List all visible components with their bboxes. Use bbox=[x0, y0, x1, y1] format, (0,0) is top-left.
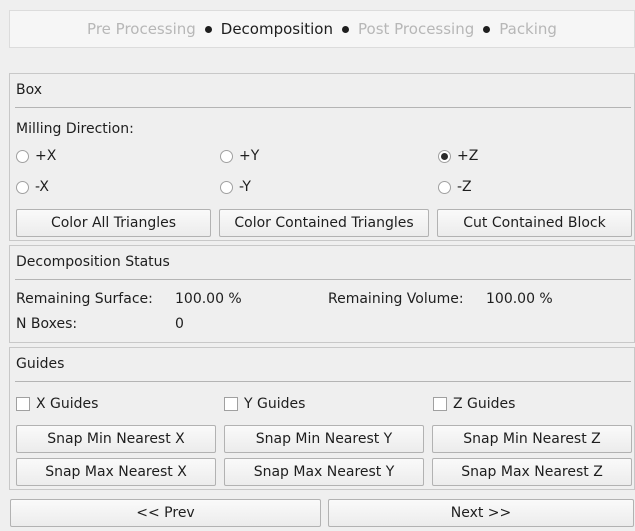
checkbox-box[interactable] bbox=[224, 397, 238, 411]
decomposition-status-group: Decomposition Status Remaining Surface: … bbox=[9, 245, 635, 343]
color-all-triangles-button[interactable]: Color All Triangles bbox=[16, 209, 211, 237]
cut-contained-block-button[interactable]: Cut Contained Block bbox=[437, 209, 632, 237]
guides-group: Guides X Guides Y Guides Z Guides Snap M… bbox=[9, 347, 635, 490]
snap-min-nearest-z-button[interactable]: Snap Min Nearest Z bbox=[432, 425, 632, 453]
n-boxes-value: 0 bbox=[175, 316, 184, 332]
radio-label: +Z bbox=[457, 148, 479, 164]
radio-label: +X bbox=[35, 148, 57, 164]
radio-circle[interactable] bbox=[438, 180, 451, 194]
step-post-processing: Post Processing bbox=[358, 20, 475, 38]
group-divider bbox=[15, 107, 631, 108]
radio-label: -Z bbox=[457, 179, 472, 195]
step-separator-dot bbox=[483, 25, 491, 33]
radio-label: -Y bbox=[239, 179, 251, 195]
checkbox-label: Y Guides bbox=[244, 396, 306, 412]
remaining-surface-label: Remaining Surface: bbox=[16, 291, 153, 307]
radio-minus-x[interactable]: -X bbox=[16, 179, 49, 195]
radio-plus-x[interactable]: +X bbox=[16, 148, 56, 164]
radio-plus-z[interactable]: +Z bbox=[438, 148, 478, 164]
step-pre-processing: Pre Processing bbox=[87, 20, 196, 38]
radio-label: -X bbox=[35, 179, 49, 195]
radio-circle[interactable] bbox=[220, 149, 233, 163]
radio-circle[interactable] bbox=[220, 180, 233, 194]
snap-max-nearest-y-button[interactable]: Snap Max Nearest Y bbox=[224, 458, 424, 486]
remaining-surface-value: 100.00 % bbox=[175, 291, 242, 307]
status-group-title: Decomposition Status bbox=[16, 254, 170, 270]
radio-circle[interactable] bbox=[16, 149, 29, 163]
milling-direction-label: Milling Direction: bbox=[16, 121, 134, 137]
box-group: Box Milling Direction: +X +Y +Z -X -Y -Z… bbox=[9, 73, 635, 241]
snap-min-nearest-x-button[interactable]: Snap Min Nearest X bbox=[16, 425, 216, 453]
step-packing: Packing bbox=[499, 20, 557, 38]
radio-minus-y[interactable]: -Y bbox=[220, 179, 251, 195]
group-divider bbox=[15, 381, 631, 382]
step-indicator: Pre Processing Decomposition Post Proces… bbox=[9, 10, 635, 48]
checkbox-box[interactable] bbox=[433, 397, 447, 411]
checkbox-label: X Guides bbox=[36, 396, 99, 412]
step-separator-dot bbox=[342, 25, 349, 33]
x-guides-checkbox[interactable]: X Guides bbox=[16, 396, 98, 412]
radio-circle-selected[interactable] bbox=[438, 149, 451, 163]
radio-minus-z[interactable]: -Z bbox=[438, 179, 472, 195]
group-divider bbox=[15, 279, 631, 280]
y-guides-checkbox[interactable]: Y Guides bbox=[224, 396, 305, 412]
radio-circle[interactable] bbox=[16, 180, 29, 194]
radio-label: +Y bbox=[239, 148, 260, 164]
remaining-volume-value: 100.00 % bbox=[486, 291, 553, 307]
checkbox-box[interactable] bbox=[16, 397, 30, 411]
next-button[interactable]: Next >> bbox=[328, 499, 634, 527]
n-boxes-label: N Boxes: bbox=[16, 316, 78, 332]
snap-min-nearest-y-button[interactable]: Snap Min Nearest Y bbox=[224, 425, 424, 453]
guides-group-title: Guides bbox=[16, 356, 65, 372]
color-contained-triangles-button[interactable]: Color Contained Triangles bbox=[219, 209, 429, 237]
z-guides-checkbox[interactable]: Z Guides bbox=[433, 396, 515, 412]
prev-button[interactable]: << Prev bbox=[10, 499, 321, 527]
checkbox-label: Z Guides bbox=[453, 396, 516, 412]
step-separator-dot bbox=[204, 25, 212, 33]
box-group-title: Box bbox=[16, 82, 43, 98]
step-decomposition: Decomposition bbox=[220, 20, 333, 38]
radio-plus-y[interactable]: +Y bbox=[220, 148, 259, 164]
remaining-volume-label: Remaining Volume: bbox=[328, 291, 464, 307]
snap-max-nearest-x-button[interactable]: Snap Max Nearest X bbox=[16, 458, 216, 486]
snap-max-nearest-z-button[interactable]: Snap Max Nearest Z bbox=[432, 458, 632, 486]
